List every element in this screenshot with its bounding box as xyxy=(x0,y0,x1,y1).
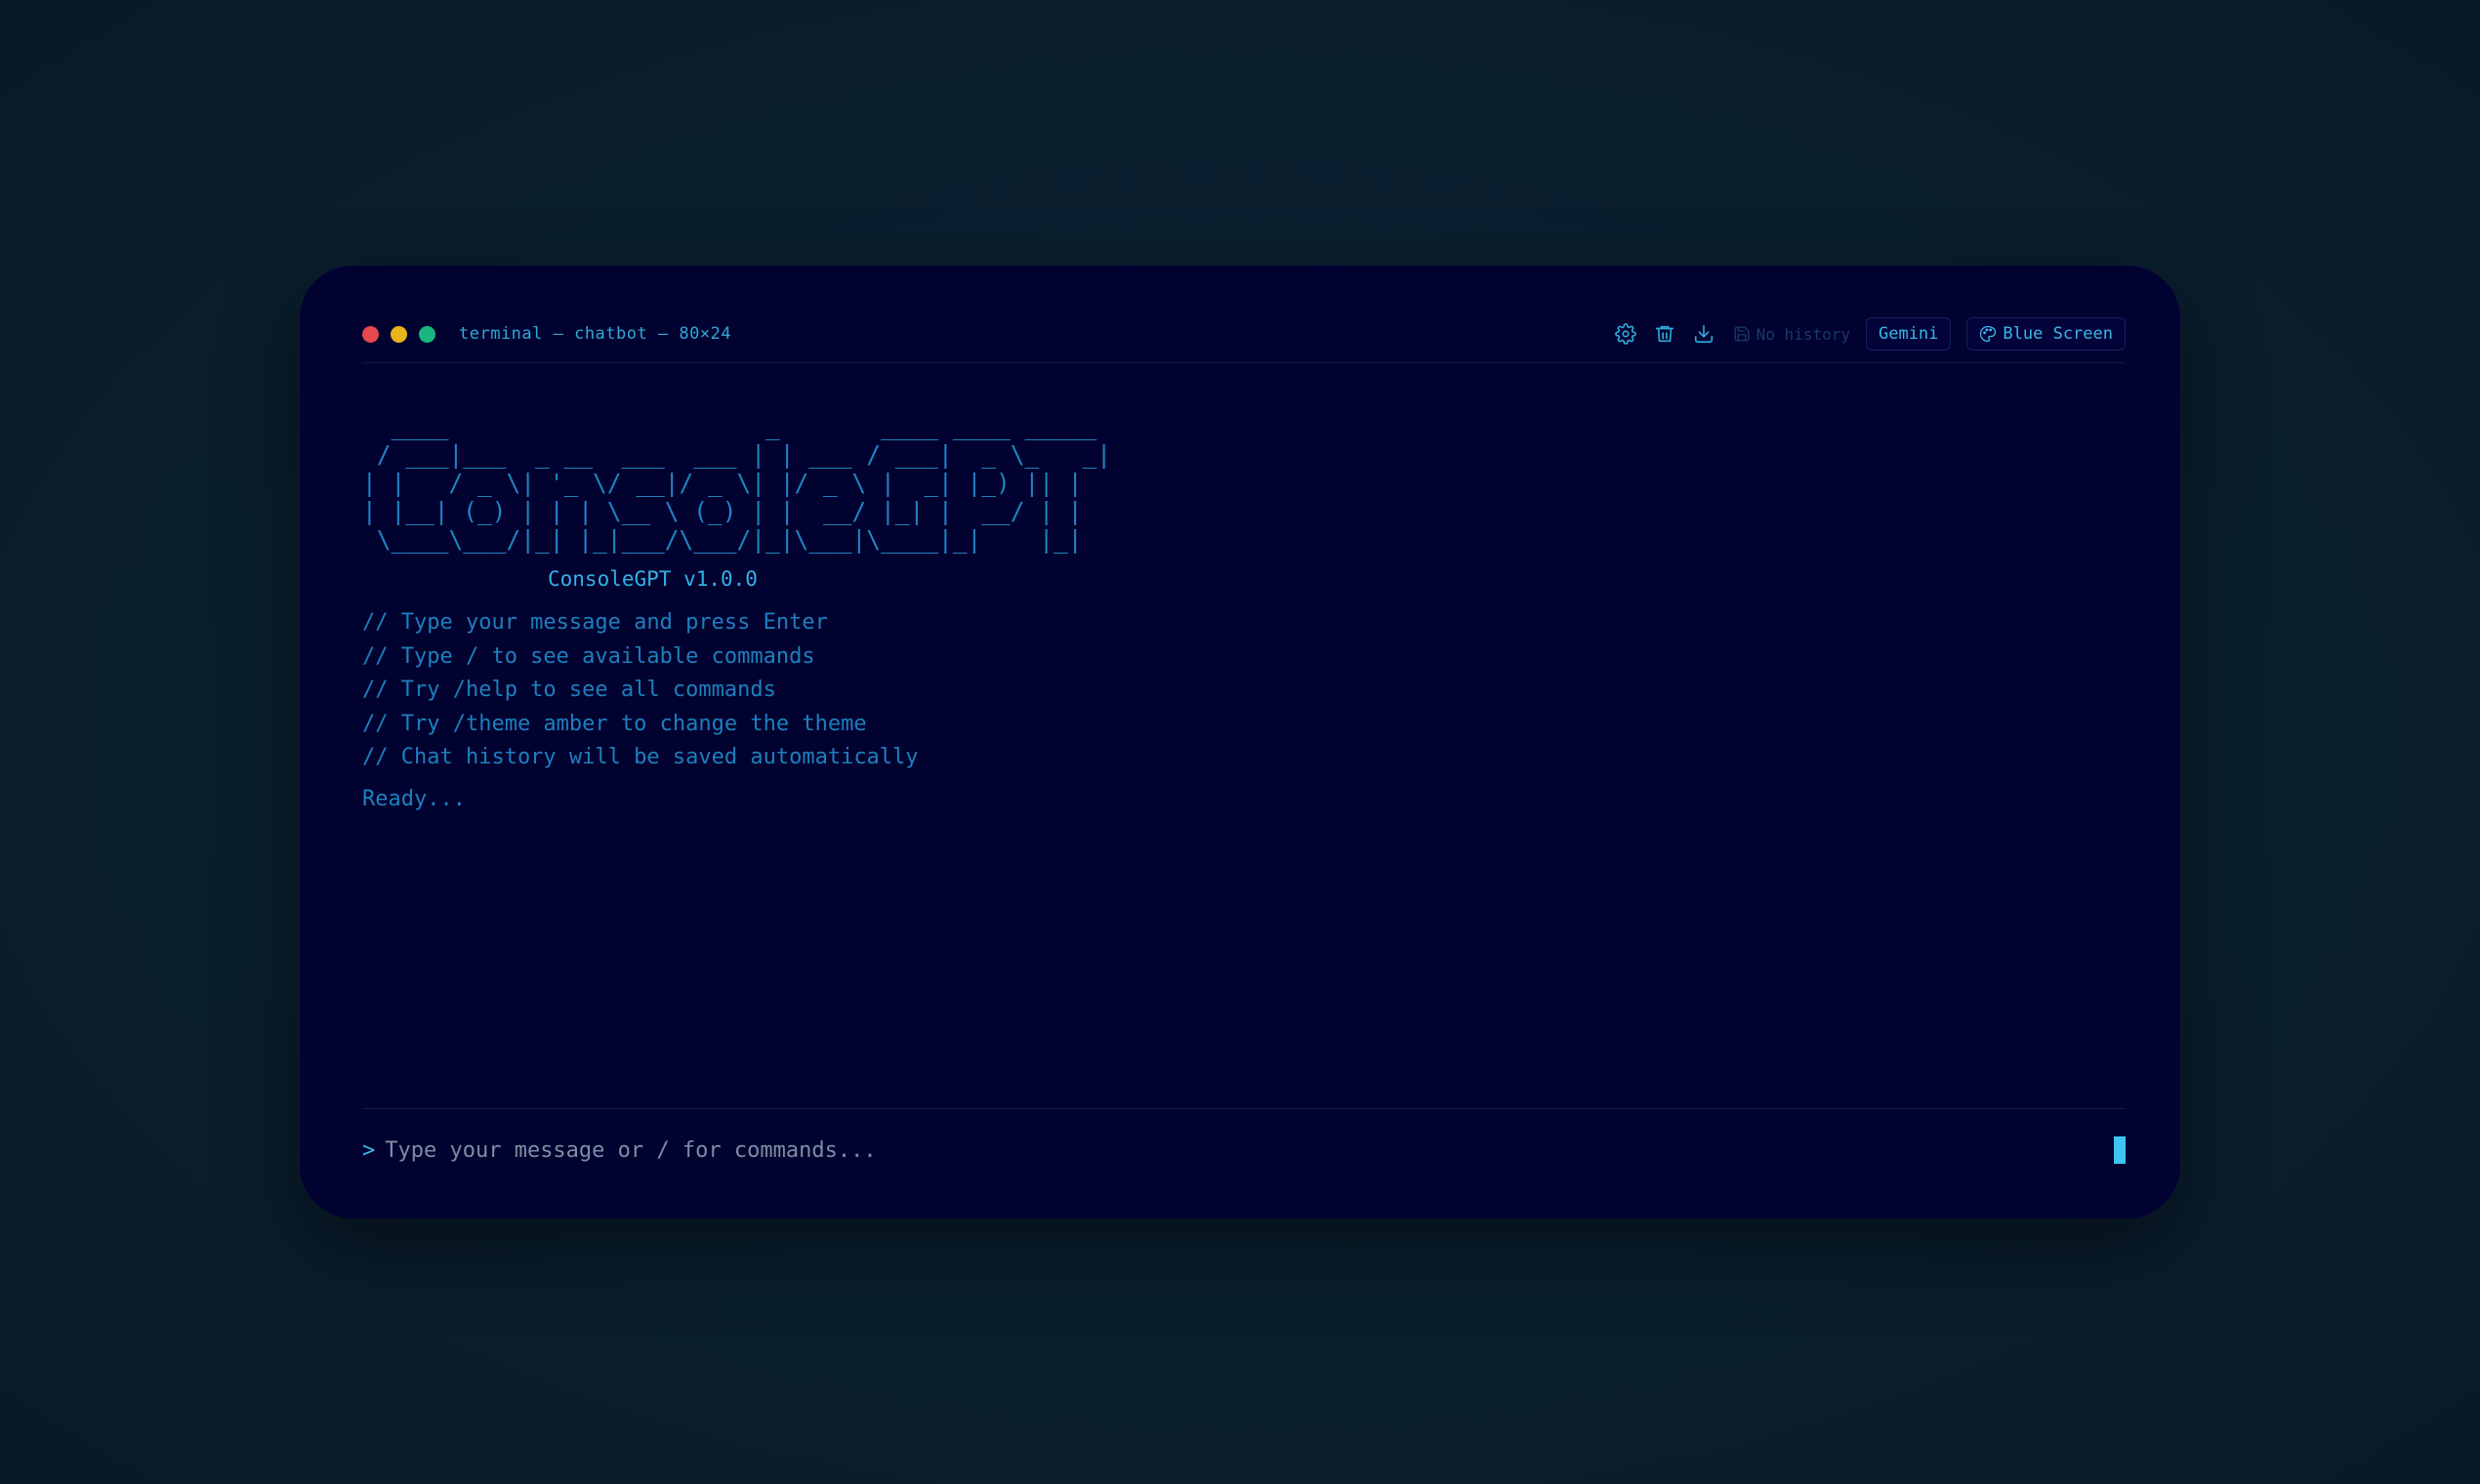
input-divider xyxy=(362,1108,2126,1109)
version-label: ConsoleGPT v1.0.0 xyxy=(548,567,758,591)
palette-icon xyxy=(1980,325,1997,343)
history-status-label: No history xyxy=(1756,324,1850,344)
ascii-logo-line: | |__| (_) | | | \__ \ (_) | | __/ |_| |… xyxy=(362,497,1083,525)
terminal-output: ____ _ ____ ____ _____ / ___|___ _ __ __… xyxy=(362,412,2126,811)
help-line: // Type your message and press Enter xyxy=(362,610,828,635)
theme-label: Blue Screen xyxy=(2003,324,2113,344)
ready-status: Ready... xyxy=(362,786,466,811)
help-line: // Try /theme amber to change the theme xyxy=(362,711,867,736)
ascii-logo-line: \____\___/|_| |_|___/\___/|_|\___|\____|… xyxy=(362,525,1083,554)
terminal-window: terminal — chatbot — 80×24 No history Ge… xyxy=(300,266,2180,1218)
ascii-logo-line: | | / _ \| '_ \/ __|/ _ \| |/ _ \ | _| |… xyxy=(362,469,1083,497)
ascii-logo-line: / ___|___ _ __ ___ ___ | | ___ / ___| _ … xyxy=(362,440,1112,469)
history-status: No history xyxy=(1733,325,1850,344)
prompt-symbol: > xyxy=(362,1137,376,1163)
help-line: // Chat history will be saved automatica… xyxy=(362,745,919,769)
page-background: terminal — chatbot — 80×24 No history Ge… xyxy=(0,0,2480,1484)
intro-help-text: // Type your message and press Enter // … xyxy=(362,606,2126,775)
model-selector[interactable]: Gemini xyxy=(1865,317,1952,350)
trash-icon[interactable] xyxy=(1653,322,1676,346)
minimize-window-button[interactable] xyxy=(391,325,407,343)
download-icon[interactable] xyxy=(1692,322,1715,346)
help-line: // Type / to see available commands xyxy=(362,643,815,669)
title-bar-left: terminal — chatbot — 80×24 xyxy=(362,324,731,344)
model-label: Gemini xyxy=(1878,324,1939,344)
close-window-button[interactable] xyxy=(362,325,379,343)
window-title: terminal — chatbot — 80×24 xyxy=(459,324,732,344)
maximize-window-button[interactable] xyxy=(419,325,435,343)
input-bar: > xyxy=(362,1131,2126,1170)
ascii-logo-line: ____ _ ____ ____ _____ xyxy=(362,412,1097,440)
title-bar: terminal — chatbot — 80×24 No history Ge… xyxy=(362,316,2126,351)
toolbar: No history Gemini Blue Screen xyxy=(1598,317,2126,350)
cursor-block xyxy=(2114,1136,2126,1164)
title-bar-divider xyxy=(362,362,2126,363)
chat-input[interactable] xyxy=(385,1133,2114,1168)
ascii-logo: ____ _ ____ ____ _____ / ___|___ _ __ __… xyxy=(362,412,2126,554)
theme-selector[interactable]: Blue Screen xyxy=(1966,317,2126,350)
gear-icon[interactable] xyxy=(1614,322,1637,346)
help-line: // Try /help to see all commands xyxy=(362,678,776,702)
save-icon xyxy=(1734,326,1750,342)
